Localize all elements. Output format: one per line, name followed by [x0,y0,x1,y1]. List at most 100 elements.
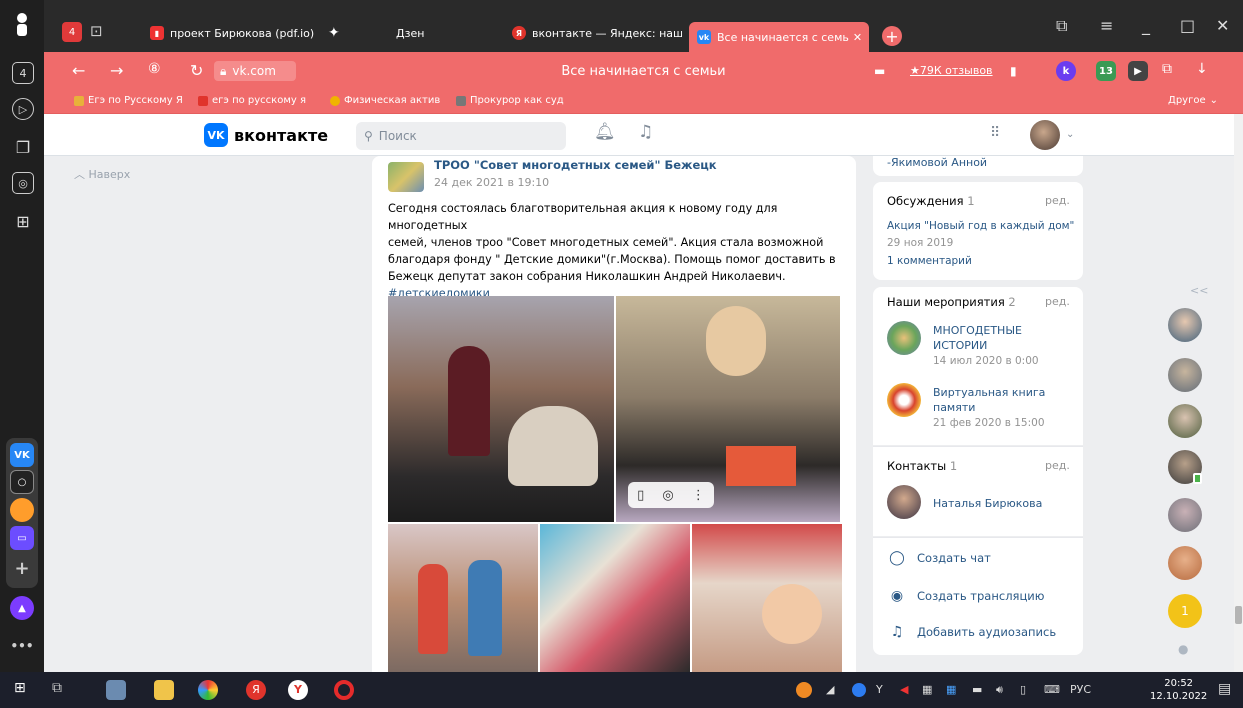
other-bookmarks[interactable]: Другое ⌄ [1168,95,1218,106]
keyboard-icon[interactable]: ⌨ [1044,683,1060,696]
chat-bubble-icon[interactable]: ● [1178,642,1188,656]
opera-icon[interactable] [334,680,354,700]
add-audio-button[interactable]: ♫ Добавить аудиозапись [887,624,1056,640]
back-to-top[interactable]: ︿ Наверх [74,166,130,182]
search-input[interactable]: ⚲ Поиск [356,122,566,150]
contacts-edit-link[interactable]: ред. [1045,459,1070,472]
discussions-header[interactable]: Обсуждения 1 [887,194,975,208]
bookmark-icon[interactable]: ▮ [1010,64,1017,78]
minimize-icon[interactable]: _ [1142,16,1150,35]
bell-icon[interactable]: 🔔︎ [594,122,616,142]
post-photo[interactable] [388,296,614,522]
copy-page-icon[interactable]: ⧉ [1056,16,1067,36]
contact-avatar[interactable] [887,485,921,519]
maximize-icon[interactable]: □ [1180,16,1195,35]
tray-icon[interactable]: ◀ [900,683,908,696]
friend-avatar[interactable] [1168,450,1202,484]
explorer-icon[interactable] [154,680,174,700]
discussion-topic-link[interactable]: Акция "Новый год в каждый дом" [887,220,1074,232]
music-app-icon[interactable]: ○ [10,470,34,494]
create-stream-button[interactable]: ◉ Создать трансляцию [887,588,1045,604]
alice-icon[interactable]: ▲ [10,596,34,620]
tab-counter-icon[interactable]: 4 [62,22,82,42]
friend-avatar[interactable] [1168,404,1202,438]
events-header[interactable]: Наши мероприятия 2 [887,295,1016,309]
contacts-header[interactable]: Контакты 1 [887,459,957,473]
friend-avatar[interactable] [1168,358,1202,392]
close-tab-icon[interactable]: ✕ [853,31,862,44]
event-avatar[interactable] [887,383,921,417]
group-name[interactable]: ТРОО "Совет многодетных семей" Бежецк [434,158,717,172]
page-scrollbar[interactable] [1234,114,1243,672]
bookmark-icon[interactable]: ▯ [637,488,644,503]
event-item[interactable]: МНОГОДЕТНЫЕ ИСТОРИИ [933,323,1022,353]
services-grid-icon[interactable]: ⠿ [990,125,1000,141]
tabs-counter-icon[interactable]: 4 [12,62,34,84]
reviews-link[interactable]: ★79К отзывов [910,64,993,77]
battery-icon[interactable]: ▯ [1020,683,1026,696]
discussions-edit-link[interactable]: ред. [1045,194,1070,207]
task-view-icon[interactable]: ⧉ [52,680,72,700]
post-photo[interactable] [692,524,842,672]
media-extension-icon[interactable]: ▶ [1128,61,1148,81]
network-icon[interactable]: ▬ [972,683,982,696]
start-icon[interactable]: ⊞ [14,680,34,700]
menu-icon[interactable]: ≡ [1100,16,1113,35]
group-avatar[interactable] [388,162,424,192]
event-avatar[interactable] [887,321,921,355]
chevron-down-icon[interactable]: ⌄ [1066,129,1074,140]
event-item[interactable]: Виртуальная книга памяти [933,385,1045,415]
discussion-comments-link[interactable]: 1 комментарий [887,255,972,267]
more-icon[interactable]: ••• [10,634,34,658]
k-extension-icon[interactable]: k [1056,61,1076,81]
post-photo[interactable] [388,524,538,672]
events-edit-link[interactable]: ред. [1045,295,1070,308]
tray-icon[interactable]: ▦ [922,683,932,696]
contact-name-link[interactable]: Наталья Бирюкова [933,497,1042,510]
friend-avatar[interactable] [1168,498,1202,532]
user-avatar[interactable] [1030,120,1060,150]
scrollbar-thumb[interactable] [1235,606,1242,624]
bookmark-item[interactable]: Физическая актив [330,95,440,106]
tab-yandex-search[interactable]: Явконтакте — Яндекс: наш [512,22,682,44]
sparkle-icon[interactable]: ✦ [328,22,348,44]
chat-icon[interactable]: ▬ [874,64,885,78]
lens-icon[interactable]: ◎ [662,488,673,503]
alice-figure-icon[interactable] [13,10,31,40]
unread-badge[interactable]: 1 [1168,594,1202,628]
post-photo[interactable] [540,524,690,672]
post-date[interactable]: 24 дек 2021 в 19:10 [434,176,549,189]
tab-vk-active[interactable]: vk Все начинается с семь ✕ [689,22,869,52]
tray-icon[interactable]: ▦ [946,683,956,696]
download-icon[interactable]: ↓ [1196,61,1208,77]
play-icon[interactable]: ▷ [12,98,34,120]
messenger-app-icon[interactable]: ▭ [10,526,34,550]
music-icon[interactable]: ♫ [638,122,653,142]
more-icon[interactable]: ⋮ [692,488,705,503]
apps-grid-icon[interactable]: ⊞ [12,210,34,232]
add-app-icon[interactable]: + [10,556,34,580]
clock[interactable]: 20:52 12.10.2022 [1150,677,1207,703]
close-window-icon[interactable]: ✕ [1216,16,1229,35]
tab-pdf[interactable]: ▮ проект Бирюкова (pdf.io) [150,22,320,44]
tray-icon[interactable]: Y [876,683,883,696]
bookmark-item[interactable]: Егэ по Русскому Я [74,95,183,106]
notifications-icon[interactable]: ▤ [1218,681,1231,697]
chrome-icon[interactable] [198,680,218,700]
screenshot-icon[interactable]: ◎ [12,172,34,194]
friend-avatar[interactable] [1168,546,1202,580]
yandex-browser-icon[interactable]: Y [288,680,308,700]
vk-logo[interactable]: VK вконтакте [204,123,328,147]
friend-avatar[interactable] [1168,308,1202,342]
disk-app-icon[interactable] [10,498,34,522]
translate-icon[interactable]: ⧉ [1162,61,1172,77]
tray-icon[interactable] [796,682,812,698]
new-tab-button[interactable]: + [882,26,902,46]
new-tab-group-icon[interactable]: ⊡ [90,22,103,40]
create-chat-button[interactable]: ◯ Создать чат [887,550,991,566]
yandex-icon[interactable]: Я [246,680,266,700]
bookmark-item[interactable]: егэ по русскому я [198,95,306,106]
extension-badge-icon[interactable]: 13 [1096,61,1116,81]
collections-icon[interactable]: ❐ [12,136,34,158]
tray-icon[interactable]: ◢ [826,683,834,696]
